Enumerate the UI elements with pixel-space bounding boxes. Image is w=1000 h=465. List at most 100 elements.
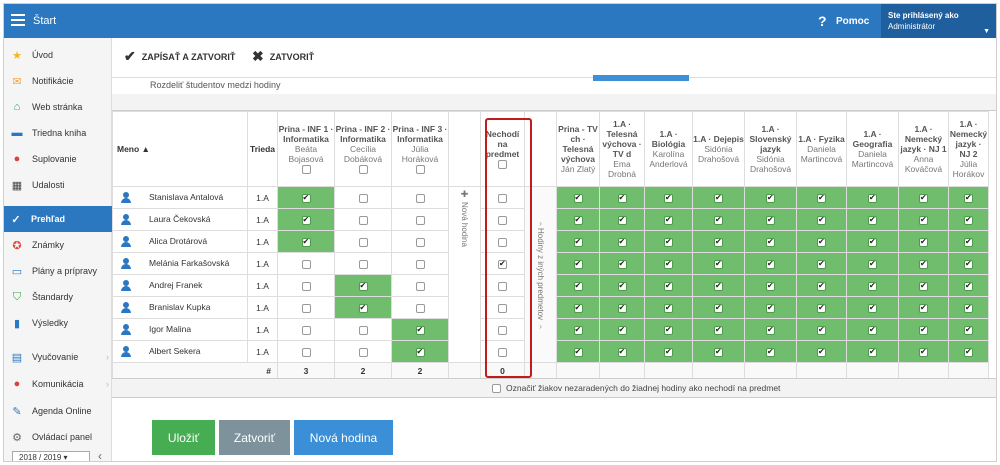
sidebar-item-pen[interactable]: ✎ Agenda Online [4, 398, 112, 424]
sidebar-item-grade[interactable]: ✪ Známky [4, 232, 112, 258]
other-subject-cell [692, 186, 745, 209]
sidebar-item-books[interactable]: ▤ Vyučovanie › [4, 344, 112, 370]
group-assign-checkbox[interactable] [358, 281, 368, 291]
not-attend-checkbox[interactable] [498, 325, 507, 335]
not-attend-checkbox[interactable] [498, 347, 507, 357]
other-subject-checkbox [868, 193, 877, 203]
other-subject-checkbox [617, 303, 627, 313]
user-menu[interactable]: Ste prihlásený ako Administrátor ▼ [881, 4, 996, 38]
other-subject-header: 1.A · Fyzika Daniela Martincová [796, 111, 847, 187]
other-subject-checkbox [664, 237, 673, 247]
group-assign-checkbox[interactable] [415, 193, 425, 203]
student-name: Alica Drotárová [149, 235, 208, 246]
group-select-all-checkbox[interactable] [301, 165, 311, 175]
group-teacher: Beáta Bojasová [288, 143, 324, 164]
group-assign-checkbox[interactable] [301, 325, 311, 335]
other-subject-cell [556, 186, 600, 209]
sidebar-item-shield[interactable]: ⛉ Štandardy [4, 284, 112, 310]
other-subject-teacher: Karolína Anderlová [649, 149, 688, 169]
other-subject-checkbox [919, 325, 928, 335]
save-button[interactable]: Uložiť [152, 420, 215, 455]
help-link[interactable]: Pomoc [836, 16, 869, 27]
group-assign-checkbox[interactable] [301, 347, 311, 357]
other-subject-checkbox [817, 237, 826, 247]
group-cell [277, 340, 335, 363]
new-hour-button[interactable]: Nová hodina [294, 420, 393, 455]
sidebar-item-book[interactable]: ▬ Triedna kniha [4, 120, 112, 146]
other-subject-checkbox [766, 303, 775, 313]
other-subject-cell [556, 340, 600, 363]
class-cell: 1.A [247, 230, 278, 253]
group-assign-checkbox[interactable] [415, 325, 425, 335]
student-name: Branislav Kupka [149, 301, 211, 312]
group-assign-checkbox[interactable] [415, 215, 425, 225]
name-column-header[interactable]: Meno ▲ [112, 111, 248, 187]
student-name-cell: Laura Čekovská [112, 208, 248, 231]
other-subject-checkbox [573, 259, 583, 269]
new-hour-cell[interactable]: ✚ Nová hodina [448, 186, 481, 363]
separator-bar [112, 94, 996, 111]
sidebar-item-briefcase[interactable]: ▭ Plány a prípravy [4, 258, 112, 284]
sidebar-item-calendar[interactable]: ▦ Udalosti [4, 172, 112, 198]
cancel-button[interactable]: Zatvoriť [219, 420, 290, 455]
not-attend-checkbox[interactable] [498, 215, 507, 225]
close-button[interactable]: ✖ ZATVORIŤ [252, 48, 314, 65]
close-icon: ✖ [252, 48, 264, 64]
group-assign-checkbox[interactable] [415, 259, 425, 269]
menu-icon[interactable] [11, 14, 25, 26]
sidebar-item-star[interactable]: ★ Úvod [4, 42, 112, 68]
not-attend-checkbox[interactable] [498, 237, 507, 247]
sidebar-item-home[interactable]: ⌂ Web stránka [4, 94, 112, 120]
group-assign-checkbox[interactable] [415, 237, 425, 247]
sidebar-item-bar-chart[interactable]: ▮ Výsledky [4, 310, 112, 336]
not-attend-select-all-checkbox[interactable] [498, 160, 507, 170]
other-subject-cell [948, 274, 989, 297]
group-assign-checkbox[interactable] [301, 281, 311, 291]
start-label[interactable]: Štart [33, 15, 56, 27]
school-year-select[interactable]: 2018 / 2019 ▾ [12, 451, 90, 461]
group-assign-checkbox[interactable] [358, 347, 368, 357]
mark-unassigned-checkbox[interactable] [492, 383, 501, 393]
other-subject-checkbox [714, 193, 723, 203]
empty-cell [644, 362, 693, 379]
sidebar-item-chat[interactable]: ● Komunikácia › [4, 371, 112, 397]
not-attend-checkbox[interactable] [498, 259, 507, 269]
group-assign-checkbox[interactable] [301, 215, 311, 225]
save-close-button[interactable]: ✔ ZAPÍSAŤ A ZATVORIŤ [124, 48, 235, 65]
group-assign-checkbox[interactable] [358, 325, 368, 335]
other-subjects-toggle[interactable]: › Hodiny z iných predmetov › [524, 186, 557, 363]
empty-cell [524, 362, 557, 379]
sidebar-item-check-circle[interactable]: ✓ Prehľad [4, 206, 112, 232]
group-assign-checkbox[interactable] [358, 215, 368, 225]
not-attend-checkbox[interactable] [498, 303, 507, 313]
group-select-all-checkbox[interactable] [415, 165, 425, 175]
other-subject-cell [692, 208, 745, 231]
group-assign-checkbox[interactable] [358, 303, 368, 313]
group-assign-checkbox[interactable] [415, 281, 425, 291]
group-assign-checkbox[interactable] [301, 303, 311, 313]
not-attend-checkbox[interactable] [498, 281, 507, 291]
group-assign-checkbox[interactable] [301, 259, 311, 269]
help-icon[interactable]: ? [818, 13, 827, 29]
group-assign-checkbox[interactable] [415, 303, 425, 313]
sidebar-item-person[interactable]: ● Suplovanie [4, 146, 112, 172]
group-cell [334, 274, 392, 297]
sidebar-item-envelope[interactable]: ✉ Notifikácie [4, 68, 112, 94]
group-assign-checkbox[interactable] [415, 347, 425, 357]
group-assign-checkbox[interactable] [358, 237, 368, 247]
sidebar-item-gear[interactable]: ⚙ Ovládací panel [4, 424, 112, 450]
group-total: 2 [417, 365, 423, 376]
other-subject-checkbox [664, 303, 673, 313]
chevron-right-icon: › [106, 352, 109, 362]
not-attend-checkbox[interactable] [498, 193, 507, 203]
group-assign-checkbox[interactable] [301, 237, 311, 247]
collapse-sidebar-icon[interactable]: ‹ [98, 449, 102, 461]
group-assign-checkbox[interactable] [358, 259, 368, 269]
other-subject-cell [599, 318, 645, 341]
not-attend-cell [480, 340, 525, 363]
group-select-all-checkbox[interactable] [358, 165, 368, 175]
sidebar-item-label: Triedna kniha [32, 128, 87, 138]
group-assign-checkbox[interactable] [358, 193, 368, 203]
other-subject-checkbox [664, 215, 673, 225]
group-assign-checkbox[interactable] [301, 193, 311, 203]
